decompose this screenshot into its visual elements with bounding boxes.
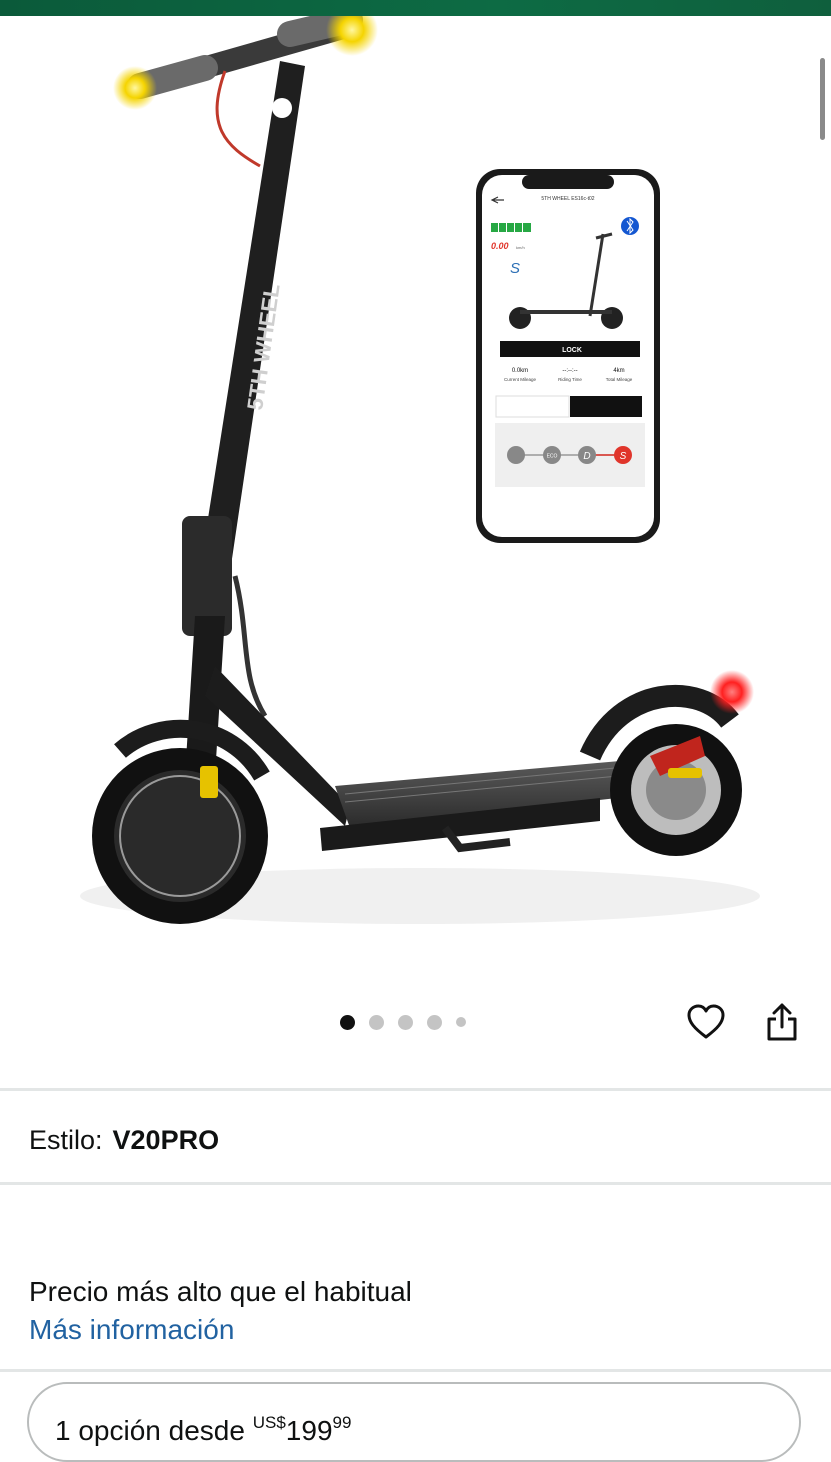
phone-mode-d-label: D bbox=[583, 451, 590, 462]
phone-lock-label: LOCK bbox=[562, 347, 582, 354]
headlight bbox=[272, 98, 292, 118]
rear-light bbox=[710, 670, 754, 714]
phone-total-mileage-label: Total Mileage bbox=[606, 377, 633, 382]
phone-battery-icon bbox=[491, 223, 531, 232]
divider bbox=[0, 1369, 831, 1372]
phone-riding-time-value: --:--:-- bbox=[562, 368, 577, 374]
phone-app-title: 5TH WHEEL ES16c-t02 bbox=[541, 196, 594, 202]
image-carousel-indicator[interactable] bbox=[340, 1012, 466, 1032]
style-value: V20PRO bbox=[112, 1125, 220, 1155]
carousel-dot-5[interactable] bbox=[456, 1017, 466, 1027]
price-currency: US$ bbox=[252, 1413, 286, 1432]
more-info-link[interactable]: Más información bbox=[29, 1312, 234, 1348]
brake-cable bbox=[215, 70, 261, 168]
carousel-dot-1[interactable] bbox=[340, 1014, 355, 1030]
phone-app-preview: 5TH WHEEL ES16c-t02 0.00 km/h S LOCK 0.0… bbox=[476, 169, 660, 543]
phone-riding-time-label: Riding Time bbox=[558, 377, 582, 382]
phone-mode-s-label: S bbox=[620, 451, 627, 462]
phone-mode-walk bbox=[507, 446, 525, 464]
carousel-dot-4[interactable] bbox=[427, 1014, 442, 1030]
favorite-button[interactable] bbox=[682, 998, 730, 1046]
phone-mode-eco-label: ECO bbox=[547, 454, 558, 460]
price-whole: 199 bbox=[285, 1415, 333, 1446]
price-cents: 99 bbox=[332, 1413, 352, 1432]
front-reflector bbox=[200, 766, 218, 798]
carousel-dot-3[interactable] bbox=[398, 1014, 413, 1030]
heart-icon bbox=[687, 1004, 725, 1039]
phone-current-mileage-value: 0.0km bbox=[512, 368, 528, 374]
style-selector[interactable]: Estilo: V20PRO bbox=[29, 1122, 219, 1158]
phone-total-mileage-value: 4km bbox=[613, 368, 624, 374]
right-indicator-light bbox=[326, 16, 378, 56]
rear-reflector bbox=[668, 768, 702, 778]
phone-speed-unit: km/h bbox=[516, 245, 525, 250]
divider bbox=[0, 1182, 831, 1185]
price-note: Precio más alto que el habitual bbox=[29, 1276, 412, 1307]
style-label: Estilo: bbox=[29, 1125, 103, 1155]
phone-current-mileage-label: Current Mileage bbox=[504, 377, 537, 382]
option-prefix: 1 opción desde bbox=[55, 1415, 253, 1446]
top-status-bar bbox=[0, 0, 831, 16]
phone-light-toggle bbox=[495, 395, 570, 418]
share-icon bbox=[767, 1003, 797, 1041]
carousel-dot-2[interactable] bbox=[369, 1014, 384, 1030]
phone-speed: 0.00 bbox=[491, 241, 509, 251]
product-image[interactable]: 5TH WHEEL 5TH WHEEL ES16c-t02 0.00 km/h … bbox=[0, 16, 831, 966]
divider bbox=[0, 1088, 831, 1091]
phone-settings-toggle bbox=[570, 396, 642, 417]
phone-mode-letter: S bbox=[510, 260, 520, 277]
left-indicator-light bbox=[113, 66, 157, 110]
share-button[interactable] bbox=[758, 998, 806, 1046]
buying-options-label[interactable]: 1 opción desde US$19999 bbox=[55, 1405, 351, 1449]
